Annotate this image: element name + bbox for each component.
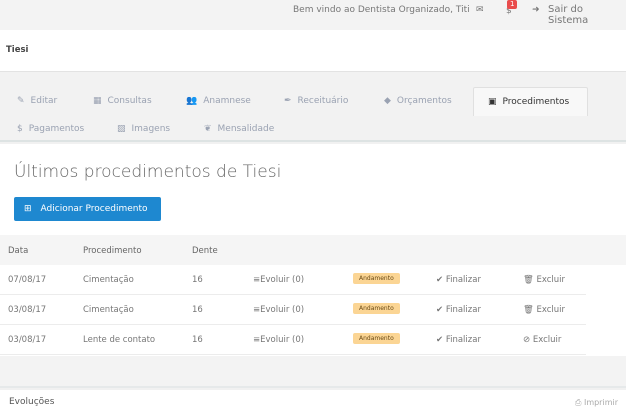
trash-icon: 🗑 bbox=[523, 305, 534, 315]
tab-orcamentos[interactable]: ◆ Orçamentos bbox=[370, 88, 466, 114]
pen-icon: ✒ bbox=[284, 96, 292, 106]
tooth: 16 bbox=[192, 275, 203, 285]
logout-link[interactable]: Sair do Sistema bbox=[548, 4, 626, 26]
tab-label: Mensalidade bbox=[217, 124, 275, 134]
procedure: Lente de contato bbox=[83, 335, 156, 345]
procedure: Cimentação bbox=[83, 305, 134, 315]
check-icon: ✔ bbox=[436, 275, 446, 285]
delete-link[interactable]: 🗑 Excluir bbox=[523, 305, 565, 315]
finish-link[interactable]: ✔ Finalizar bbox=[436, 335, 481, 345]
status-badge: Andamento bbox=[353, 333, 400, 344]
link-label: Excluir bbox=[532, 335, 562, 345]
tooth: 16 bbox=[192, 335, 203, 345]
ban-icon: ⊘ bbox=[523, 335, 531, 345]
status-badge: Andamento bbox=[353, 273, 400, 284]
page-title: Últimos procedimentos de Tiesi bbox=[14, 162, 282, 182]
date: 03/08/17 bbox=[8, 305, 47, 315]
tab-procedimentos[interactable]: ▣ Procedimentos bbox=[473, 87, 588, 116]
envelope-icon[interactable]: ✉ bbox=[476, 5, 484, 15]
evolucoes-title: Evoluções bbox=[9, 397, 55, 407]
patient-header: Tiesi bbox=[0, 30, 626, 72]
tab-editar[interactable]: ✎ Editar bbox=[3, 88, 71, 114]
table-row: 03/08/17 Lente de contato 16 ≡Evoluir (0… bbox=[0, 325, 586, 355]
check-icon: ✔ bbox=[436, 335, 446, 345]
tags-icon: ◆ bbox=[384, 96, 391, 106]
date: 07/08/17 bbox=[8, 275, 47, 285]
image-icon: ▨ bbox=[117, 124, 126, 134]
procedure: Cimentação bbox=[83, 275, 134, 285]
section-divider bbox=[0, 356, 626, 388]
tooth: 16 bbox=[192, 305, 203, 315]
calendar-icon: ▦ bbox=[93, 96, 102, 106]
print-icon: ⎙ bbox=[575, 398, 584, 407]
header-data: Data bbox=[8, 246, 29, 256]
link-label: Finalizar bbox=[445, 305, 481, 315]
notification-badge: 1 bbox=[507, 0, 518, 9]
link-label: Finalizar bbox=[445, 335, 481, 345]
plus-square-icon: ⊞ bbox=[24, 204, 32, 214]
button-label: Adicionar Procedimento bbox=[40, 204, 148, 214]
delete-link[interactable]: ⊘ Excluir bbox=[523, 335, 561, 345]
link-label: Finalizar bbox=[445, 275, 481, 285]
finish-link[interactable]: ✔ Finalizar bbox=[436, 305, 481, 315]
cubes-icon: ❦ bbox=[204, 124, 212, 134]
tab-imagens[interactable]: ▨ Imagens bbox=[103, 116, 184, 142]
tab-mensalidade[interactable]: ❦ Mensalidade bbox=[190, 116, 288, 142]
check-icon: ✔ bbox=[436, 305, 446, 315]
tab-label: Orçamentos bbox=[396, 96, 452, 106]
tab-label: Procedimentos bbox=[502, 97, 570, 107]
evolve-link[interactable]: ≡Evoluir (0) bbox=[253, 335, 304, 345]
medkit-icon: ▣ bbox=[488, 97, 497, 107]
patient-name: Tiesi bbox=[6, 45, 29, 55]
link-label: Excluir bbox=[536, 305, 566, 315]
tab-label: Imagens bbox=[131, 124, 171, 134]
tab-label: Consultas bbox=[107, 96, 152, 106]
edit-icon: ✎ bbox=[17, 96, 25, 106]
tab-pagamentos[interactable]: $ Pagamentos bbox=[3, 116, 98, 142]
dollar-icon: $ bbox=[17, 124, 23, 134]
button-label: Imprimir bbox=[583, 398, 618, 407]
header-dente: Dente bbox=[192, 246, 218, 256]
trash-icon: 🗑 bbox=[523, 275, 534, 285]
tab-label: Anamnese bbox=[203, 96, 251, 106]
tab-label: Pagamentos bbox=[28, 124, 85, 134]
evolve-link[interactable]: ≡Evoluir (0) bbox=[253, 275, 304, 285]
logout-icon: ➜ bbox=[532, 5, 540, 15]
link-label: Evoluir (0) bbox=[260, 305, 305, 315]
print-button[interactable]: ⎙ Imprimir bbox=[575, 398, 618, 408]
evolve-link[interactable]: ≡Evoluir (0) bbox=[253, 305, 304, 315]
link-label: Excluir bbox=[536, 275, 566, 285]
users-icon: 👥 bbox=[186, 96, 198, 106]
evolucoes-panel: Evoluções ⎙ Imprimir bbox=[0, 390, 626, 417]
table-row: 03/08/17 Cimentação 16 ≡Evoluir (0) Anda… bbox=[0, 295, 586, 325]
tab-anamnese[interactable]: 👥 Anamnese bbox=[172, 88, 265, 114]
top-bar: Bem vindo ao Dentista Organizado, Titi ✉… bbox=[0, 0, 626, 30]
finish-link[interactable]: ✔ Finalizar bbox=[436, 275, 481, 285]
date: 03/08/17 bbox=[8, 335, 47, 345]
delete-link[interactable]: 🗑 Excluir bbox=[523, 275, 565, 285]
tab-receituario[interactable]: ✒ Receituário bbox=[270, 88, 362, 114]
add-procedure-button[interactable]: ⊞ Adicionar Procedimento bbox=[14, 197, 161, 221]
table-row: 07/08/17 Cimentação 16 ≡Evoluir (0) Anda… bbox=[0, 265, 586, 295]
tab-label: Editar bbox=[30, 96, 58, 106]
tab-label: Receituário bbox=[297, 96, 349, 106]
header-procedimento: Procedimento bbox=[83, 246, 142, 256]
status-badge: Andamento bbox=[353, 303, 400, 314]
welcome-text: Bem vindo ao Dentista Organizado, Titi bbox=[293, 5, 470, 15]
link-label: Evoluir (0) bbox=[260, 275, 305, 285]
link-label: Evoluir (0) bbox=[260, 335, 305, 345]
tab-consultas[interactable]: ▦ Consultas bbox=[79, 88, 166, 114]
table-header: Data Procedimento Dente bbox=[0, 235, 626, 265]
tabs: ✎ Editar ▦ Consultas 👥 Anamnese ✒ Receituári… bbox=[0, 72, 626, 142]
